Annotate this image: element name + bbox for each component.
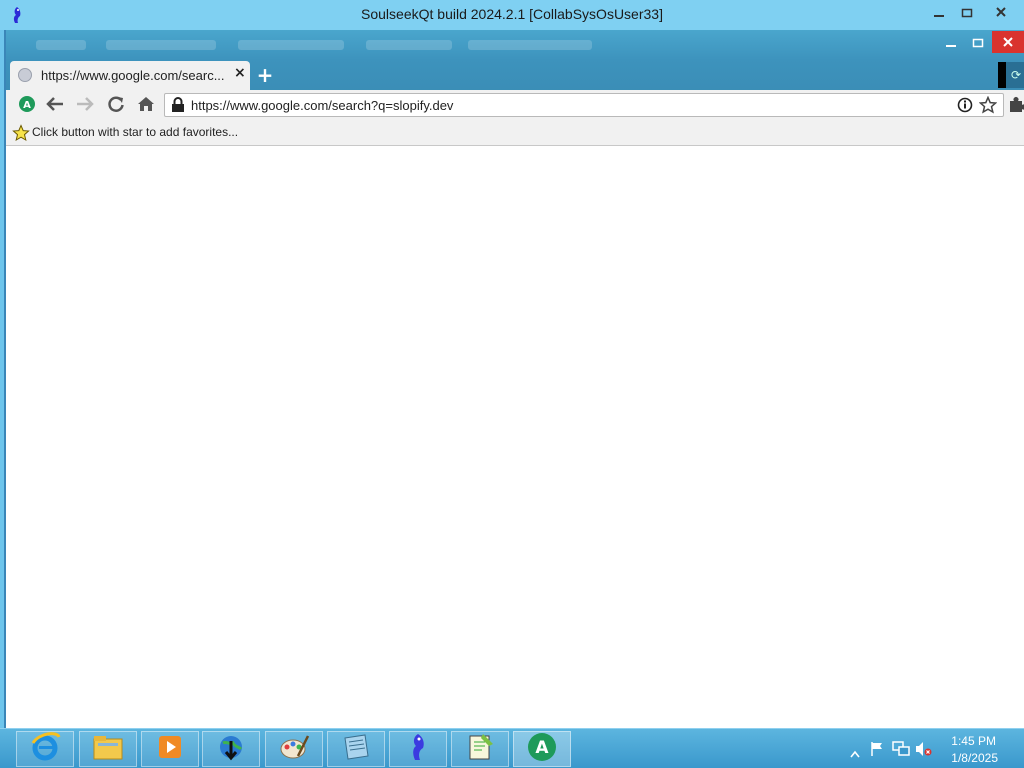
browser-minimize-button[interactable] [938,32,964,52]
puzzle-icon[interactable] [1008,95,1024,117]
profile-a-icon: A [18,95,36,117]
soulseek-bird-icon [406,732,430,766]
taskbar: A 1:45 PM 1/8/2025 [0,728,1024,768]
reload-icon [107,95,125,117]
browser-maximize-button[interactable] [965,32,991,52]
soulseek-window: SoulseekQt build 2024.2.1 [CollabSysOsUs… [0,0,1024,728]
ie-icon [29,731,61,767]
notepad-plus-icon [465,732,495,766]
paint-palette-icon [278,732,310,766]
new-tab-button[interactable]: + [254,65,276,87]
tab-google-search[interactable]: https://www.google.com/searc... × [10,61,250,90]
tab-title: https://www.google.com/searc... [41,68,225,83]
maximize-icon [972,33,984,52]
star-icon[interactable] [978,95,998,118]
taskbar-download-manager[interactable] [202,731,260,767]
url-input[interactable] [191,94,931,116]
favorites-bar: Click button with star to add favorites.… [6,120,1024,146]
back-button[interactable] [44,95,66,117]
close-icon [995,3,1007,22]
window-title: SoulseekQt build 2024.2.1 [CollabSysOsUs… [361,6,663,22]
taskbar-soulseek[interactable] [389,731,447,767]
profile-button[interactable]: A [16,95,38,117]
clock-date[interactable]: 1/8/2025 [951,751,998,765]
home-icon [137,96,155,116]
outer-titlebar[interactable]: SoulseekQt build 2024.2.1 [CollabSysOsUs… [0,0,1024,30]
taskbar-internet-explorer[interactable] [16,731,74,767]
maximize-icon [961,3,973,22]
address-bar[interactable] [164,93,1004,117]
forward-button[interactable] [74,95,96,117]
minimize-icon [945,33,957,52]
browser-toolbar: A [6,90,1024,120]
taskbar-notepad[interactable] [327,731,385,767]
outer-close-button[interactable] [988,2,1014,22]
show-hidden-icons-chevron-icon[interactable] [850,743,860,762]
svg-text:A: A [23,100,31,111]
back-arrow-icon [46,96,64,116]
info-icon[interactable] [957,97,973,117]
globe-icon [18,68,32,82]
action-center-flag-icon[interactable] [870,741,884,761]
extension-tab-icon[interactable]: ⟳ [1006,62,1024,88]
page-content[interactable] [6,146,1024,728]
svg-text:A: A [535,738,549,758]
home-button[interactable] [135,95,157,117]
window-edge-divider [998,62,1006,88]
favorite-star-icon[interactable] [12,124,30,146]
outer-minimize-button[interactable] [926,2,952,22]
folder-icon [92,733,124,765]
clock-time[interactable]: 1:45 PM [951,734,996,748]
forward-arrow-icon [76,96,94,116]
taskbar-browser-a[interactable]: A [513,731,571,767]
media-player-icon [156,733,184,765]
reload-button[interactable] [105,95,127,117]
taskbar-media-player[interactable] [141,731,199,767]
taskbar-paint[interactable] [265,731,323,767]
volume-muted-icon[interactable] [914,741,932,761]
tab-close-icon[interactable]: × [234,65,246,81]
outer-maximize-button[interactable] [954,2,980,22]
taskbar-file-explorer[interactable] [79,731,137,767]
browser-close-button[interactable] [992,31,1024,53]
taskbar-notepad-plus[interactable] [451,731,509,767]
browser-a-icon: A [526,731,558,767]
network-icon[interactable] [892,740,910,762]
download-globe-icon [215,731,247,767]
browser-titlebar[interactable] [6,30,1024,60]
lock-icon [171,97,185,117]
minimize-icon [933,3,945,22]
close-icon [1002,33,1014,52]
notepad-icon [341,732,371,766]
browser-window: https://www.google.com/searc... × + ⟳ A [4,30,1024,728]
system-tray: 1:45 PM 1/8/2025 [834,729,1024,768]
favorites-hint: Click button with star to add favorites.… [32,125,239,139]
